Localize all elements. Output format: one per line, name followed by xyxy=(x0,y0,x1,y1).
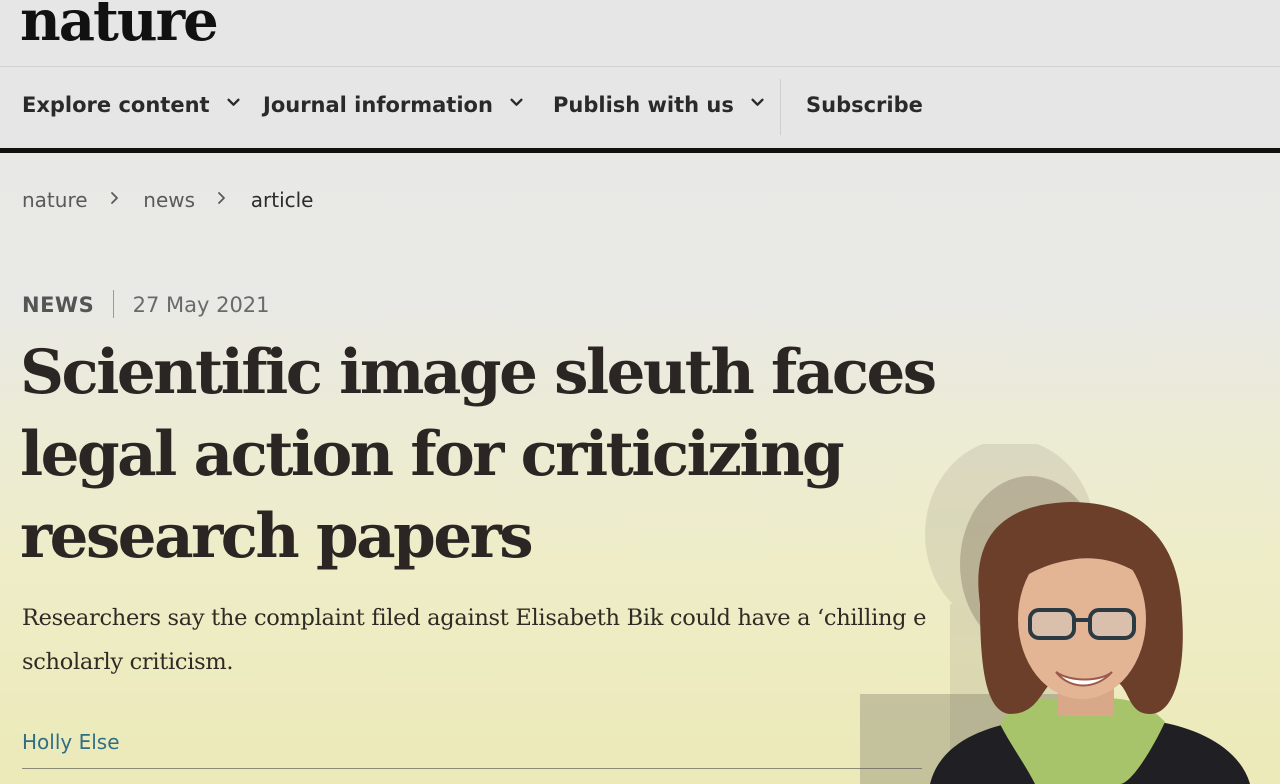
standfirst-line-2: scholarly criticism. xyxy=(22,649,234,675)
nav-journal-information[interactable]: Journal information xyxy=(263,93,523,117)
chevron-down-icon xyxy=(510,98,523,106)
content-divider xyxy=(22,768,922,769)
author-subject-photo xyxy=(860,444,1250,784)
meta-divider xyxy=(112,290,114,318)
breadcrumb-item-article: article xyxy=(250,187,314,212)
chevron-right-icon xyxy=(110,189,119,210)
chevron-down-icon xyxy=(751,98,764,106)
nav-publish-with-us-label: Publish with us xyxy=(553,93,734,117)
breadcrumb: nature news article xyxy=(22,186,313,212)
main-nav: Explore content Journal information Publ… xyxy=(0,67,1280,147)
site-header: nature Explore content Journal informati… xyxy=(0,0,1280,148)
nav-subscribe[interactable]: Subscribe xyxy=(806,93,923,117)
chevron-down-icon xyxy=(227,98,240,106)
chevron-right-icon xyxy=(217,189,226,210)
nav-journal-information-label: Journal information xyxy=(263,93,493,117)
article-type-label: NEWS xyxy=(22,293,95,317)
nav-separator xyxy=(780,79,781,135)
breadcrumb-item-news[interactable]: news xyxy=(143,188,195,212)
nav-explore-content[interactable]: Explore content xyxy=(22,93,240,117)
header-rule xyxy=(0,148,1280,153)
article-meta: NEWS 27 May 2021 xyxy=(22,290,270,318)
nature-logo[interactable]: nature xyxy=(20,0,219,54)
breadcrumb-item-nature[interactable]: nature xyxy=(22,188,88,212)
nav-explore-content-label: Explore content xyxy=(22,93,210,117)
author-link[interactable]: Holly Else xyxy=(22,730,120,754)
nav-publish-with-us[interactable]: Publish with us xyxy=(553,93,764,117)
publication-date: 27 May 2021 xyxy=(132,293,270,317)
standfirst-line-1: Researchers say the complaint filed agai… xyxy=(22,605,927,631)
nav-subscribe-label: Subscribe xyxy=(806,93,923,117)
